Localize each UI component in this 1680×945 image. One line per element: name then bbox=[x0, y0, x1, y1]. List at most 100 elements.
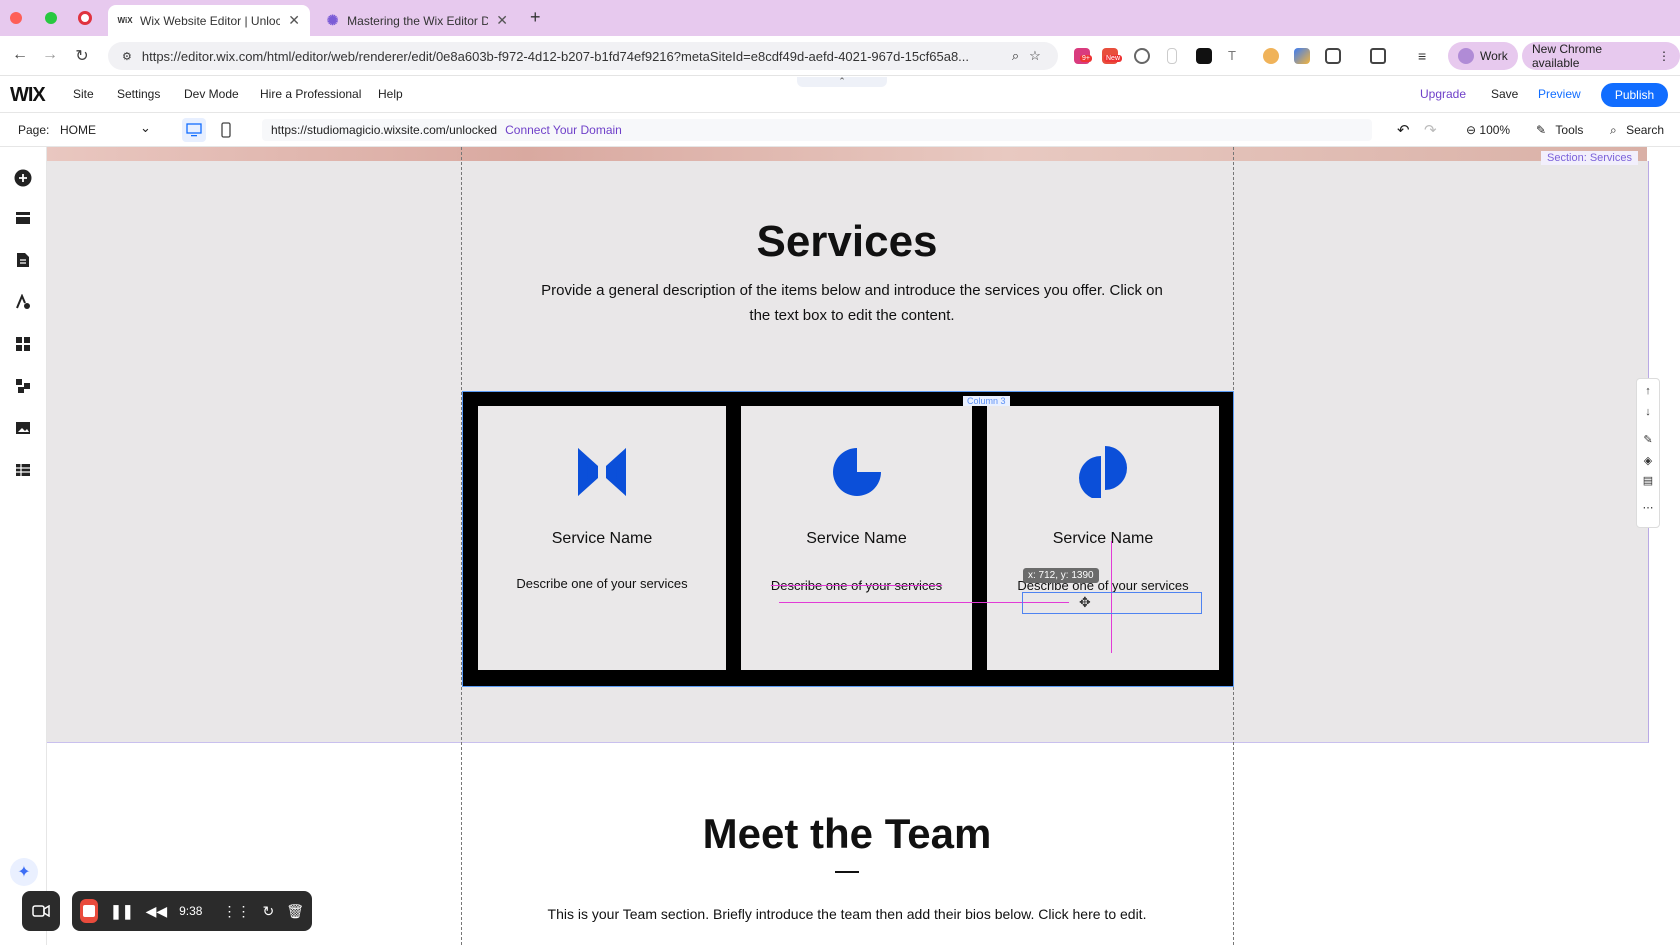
service-card-column-3[interactable]: Service Name Describe one of your servic… bbox=[987, 406, 1219, 670]
editor-canvas[interactable]: Section: Services Services Provide a gen… bbox=[47, 147, 1680, 945]
desktop-view-icon[interactable] bbox=[182, 118, 206, 142]
trash-icon[interactable]: 🗑 bbox=[286, 903, 304, 920]
services-repeater[interactable]: Service Name Describe one of your servic… bbox=[462, 391, 1234, 687]
tab-mastering-wix[interactable]: ✺ Mastering the Wix Editor Dashboard ✕ bbox=[316, 5, 518, 36]
menu-help[interactable]: Help bbox=[378, 87, 403, 101]
service-description[interactable]: Describe one of your services bbox=[478, 576, 726, 591]
close-tab-icon[interactable]: ✕ bbox=[288, 12, 300, 29]
search-button[interactable]: ⌕ Search bbox=[1610, 123, 1664, 138]
mobile-view-icon[interactable] bbox=[214, 118, 238, 142]
add-section-icon[interactable] bbox=[14, 209, 32, 227]
tools-button[interactable]: ✎ Tools bbox=[1536, 123, 1583, 137]
site-url-field: https://studiomagicio.wixsite.com/unlock… bbox=[262, 119, 1372, 141]
service-card[interactable]: Service Name Describe one of your servic… bbox=[478, 406, 726, 670]
extension-icon[interactable]: 9+ bbox=[1074, 48, 1092, 64]
zoom-icon[interactable]: ⌕ bbox=[1012, 48, 1019, 64]
screen-recorder-bar: ❚❚ ◀◀ 9:38 ⋮⋮ ↻ 🗑 bbox=[72, 891, 312, 931]
move-down-icon[interactable]: ↓ bbox=[1641, 406, 1655, 418]
section-label: Section: Services bbox=[1541, 151, 1638, 165]
add-elements-icon[interactable] bbox=[14, 169, 32, 187]
service-description[interactable]: Describe one of your services bbox=[987, 578, 1219, 593]
site-info-icon[interactable]: ⚙ bbox=[122, 50, 132, 63]
split-circle-shape-icon bbox=[1077, 446, 1129, 500]
hero-image-strip bbox=[47, 147, 1647, 161]
menu-hire-professional[interactable]: Hire a Professional bbox=[260, 87, 361, 101]
cms-icon[interactable] bbox=[14, 461, 32, 479]
pages-icon[interactable] bbox=[14, 251, 32, 269]
upgrade-button[interactable]: Upgrade bbox=[1420, 87, 1466, 101]
team-description[interactable]: This is your Team section. Briefly intro… bbox=[527, 902, 1167, 926]
rewind-icon[interactable]: ◀◀ bbox=[146, 903, 168, 920]
more-icon[interactable]: ⋯ bbox=[1641, 501, 1655, 514]
forward-icon[interactable]: → bbox=[40, 46, 60, 64]
team-title[interactable]: Meet the Team bbox=[47, 810, 1647, 858]
publish-button[interactable]: Publish bbox=[1601, 83, 1668, 107]
position-tooltip: x: 712, y: 1390 bbox=[1023, 568, 1099, 583]
service-name[interactable]: Service Name bbox=[987, 530, 1219, 548]
zoom-control[interactable]: ⊖ 100% bbox=[1466, 123, 1510, 137]
wix-favicon-icon: WiX bbox=[117, 16, 133, 25]
service-card[interactable]: Service Name Describe one of your servic… bbox=[741, 406, 972, 670]
close-window-button[interactable] bbox=[10, 12, 22, 24]
service-name[interactable]: Service Name bbox=[741, 530, 972, 548]
menu-site[interactable]: Site bbox=[73, 87, 94, 101]
selected-text-box[interactable] bbox=[1022, 592, 1202, 614]
new-tab-button[interactable]: + bbox=[530, 7, 541, 28]
text-extension-icon[interactable]: T bbox=[1228, 48, 1244, 64]
site-design-icon[interactable] bbox=[14, 293, 32, 311]
menu-settings[interactable]: Settings bbox=[117, 87, 160, 101]
layout-icon[interactable]: ▤ bbox=[1641, 474, 1655, 487]
extension-icon[interactable] bbox=[1263, 48, 1279, 64]
tab-wix-editor[interactable]: WiX Wix Website Editor | Unlocked ✕ bbox=[108, 5, 310, 36]
camera-icon[interactable] bbox=[22, 891, 60, 931]
section-quick-toolbar: ↑ ↓ ✎ ◈ ▤ ⋯ bbox=[1636, 378, 1660, 528]
extensions-puzzle-icon[interactable] bbox=[1325, 48, 1341, 64]
collapse-topbar-button[interactable]: ⌃ bbox=[797, 77, 887, 87]
left-toolbar bbox=[0, 147, 47, 945]
undo-icon[interactable]: ↶ bbox=[1397, 121, 1410, 139]
close-tab-icon[interactable]: ✕ bbox=[496, 12, 508, 29]
reload-icon[interactable]: ↻ bbox=[72, 46, 92, 66]
extension-icon[interactable]: New bbox=[1102, 48, 1123, 64]
connect-domain-link[interactable]: Connect Your Domain bbox=[505, 123, 622, 137]
services-title[interactable]: Services bbox=[47, 217, 1647, 267]
site-url[interactable]: https://studiomagicio.wixsite.com/unlock… bbox=[271, 123, 497, 137]
redo-icon[interactable]: ↷ bbox=[1424, 121, 1437, 139]
maximize-window-button[interactable] bbox=[45, 12, 57, 24]
pause-icon[interactable]: ❚❚ bbox=[110, 903, 133, 920]
layers-icon[interactable]: ◈ bbox=[1641, 454, 1655, 467]
tab-search-icon[interactable] bbox=[1370, 48, 1386, 64]
address-bar[interactable]: ⚙ https://editor.wix.com/html/editor/web… bbox=[108, 42, 1058, 70]
stop-recording-button[interactable] bbox=[80, 899, 99, 923]
search-label: Search bbox=[1626, 123, 1665, 137]
bookmark-star-icon[interactable]: ☆ bbox=[1029, 48, 1041, 64]
profile-button[interactable]: Work bbox=[1448, 42, 1518, 70]
service-description[interactable]: Describe one of your services bbox=[741, 578, 972, 593]
update-chrome-button[interactable]: New Chrome available ⋮ bbox=[1522, 42, 1680, 70]
media-icon[interactable] bbox=[14, 419, 32, 437]
services-description[interactable]: Provide a general description of the ite… bbox=[537, 278, 1167, 328]
wix-logo[interactable]: WIX bbox=[10, 84, 46, 107]
color-picker-extension-icon[interactable] bbox=[1294, 48, 1310, 64]
chevron-down-icon[interactable]: ⌄ bbox=[140, 120, 151, 136]
menu-dev-mode[interactable]: Dev Mode bbox=[184, 87, 239, 101]
service-name[interactable]: Service Name bbox=[478, 530, 726, 548]
tab-title: Wix Website Editor | Unlocked bbox=[140, 13, 281, 28]
business-tools-icon[interactable] bbox=[14, 377, 32, 395]
extension-icon[interactable] bbox=[1134, 48, 1150, 64]
page-selector[interactable]: HOME bbox=[60, 123, 96, 137]
edit-pencil-icon[interactable]: ✎ bbox=[1641, 433, 1655, 446]
preview-button[interactable]: Preview bbox=[1538, 87, 1581, 101]
extension-icon[interactable] bbox=[1167, 48, 1177, 64]
search-icon: ⌕ bbox=[1610, 123, 1617, 137]
apps-icon[interactable] bbox=[14, 335, 32, 353]
media-control-icon[interactable]: ≡ bbox=[1418, 48, 1434, 64]
extension-icon[interactable] bbox=[1196, 48, 1212, 64]
ai-assistant-icon[interactable]: ✦ bbox=[10, 858, 38, 886]
zoom-out-icon: ⊖ bbox=[1466, 123, 1477, 137]
grid-icon[interactable]: ⋮⋮ bbox=[222, 903, 250, 920]
move-up-icon[interactable]: ↑ bbox=[1641, 385, 1655, 397]
restart-icon[interactable]: ↻ bbox=[262, 903, 274, 920]
save-button[interactable]: Save bbox=[1491, 87, 1518, 101]
back-icon[interactable]: ← bbox=[10, 46, 30, 64]
